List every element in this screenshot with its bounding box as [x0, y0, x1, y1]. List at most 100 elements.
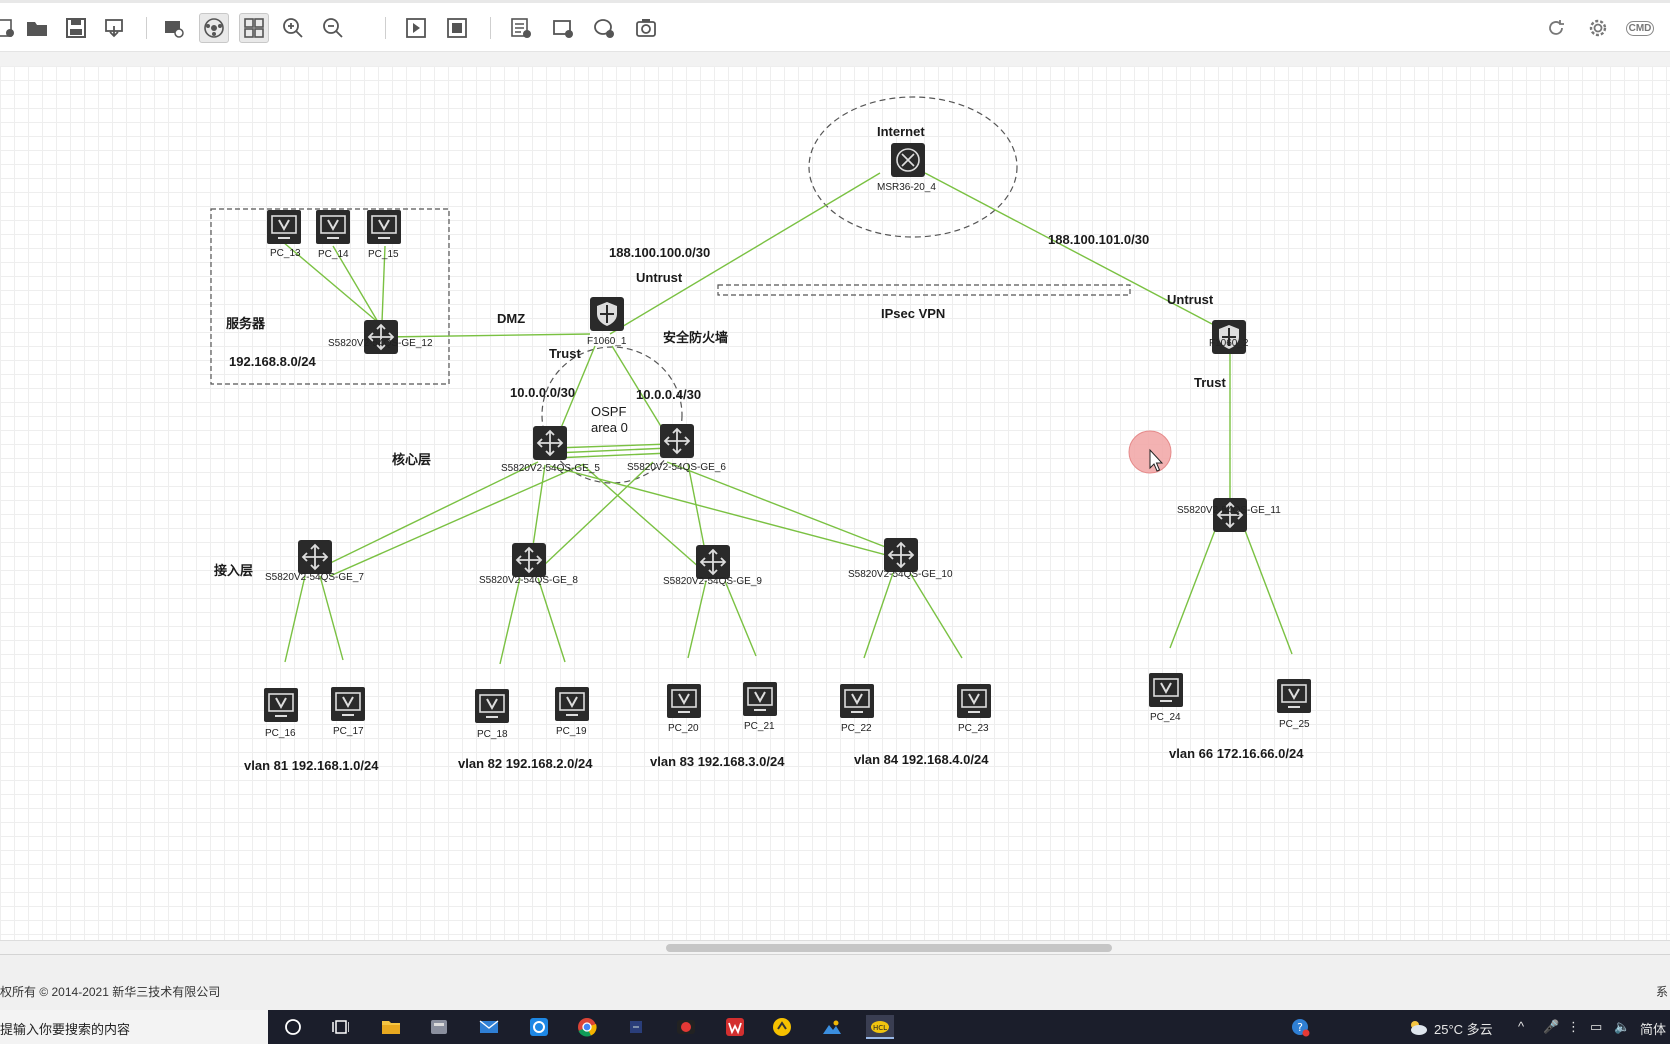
device-label: S5820V2-54QS-GE_10	[848, 569, 953, 580]
hcl-icon[interactable]: HCL	[866, 1015, 894, 1039]
record-icon[interactable]	[672, 1015, 700, 1039]
stop-icon[interactable]	[442, 13, 472, 43]
volume-icon[interactable]: 🔈	[1614, 1019, 1630, 1035]
wps-icon[interactable]	[721, 1015, 749, 1039]
vlan-label: vlan 83 192.168.3.0/24	[650, 754, 785, 769]
weather-text: 25°C 多云	[1434, 1022, 1493, 1037]
device-label: S5820V2-54QS-GE_12	[328, 338, 433, 349]
device-label: PC_14	[318, 249, 349, 260]
p2p-label: 10.0.0.0/30	[510, 385, 576, 400]
open-folder-icon[interactable]	[22, 13, 52, 43]
add-rectangle-icon[interactable]	[548, 13, 578, 43]
pc-icon[interactable]	[331, 687, 365, 721]
grid-view-icon[interactable]	[239, 13, 269, 43]
cmd-icon[interactable]: CMD	[1625, 13, 1655, 43]
toolbar: CMD	[0, 0, 1670, 52]
horizontal-scrollbar[interactable]	[0, 940, 1670, 955]
device-label: S5820V2-54QS-GE_6	[627, 462, 726, 473]
capture-icon[interactable]	[159, 13, 189, 43]
help-icon[interactable]: ?	[1286, 1015, 1314, 1039]
svg-text:?: ?	[1297, 1021, 1303, 1034]
untrust-label: Untrust	[1167, 292, 1214, 307]
core-layer-label: 核心层	[392, 452, 432, 467]
topology-icon[interactable]	[199, 13, 229, 43]
vlan-label: vlan 84 192.168.4.0/24	[854, 752, 989, 767]
device-label: PC_16	[265, 728, 296, 739]
scrollbar-thumb[interactable]	[666, 944, 1112, 952]
untrust-label: Untrust	[636, 270, 683, 285]
device-label: PC_24	[1150, 712, 1181, 723]
device-label: S5820V2-54QS-GE_8	[479, 575, 578, 586]
zoom-out-icon[interactable]	[318, 13, 348, 43]
network-icon[interactable]: ⋮	[1567, 1019, 1580, 1035]
photos-icon[interactable]	[818, 1015, 846, 1039]
pc-icon[interactable]	[267, 210, 301, 244]
pc-icon[interactable]	[840, 684, 874, 718]
zoom-in-icon[interactable]	[278, 13, 308, 43]
cmd-label: CMD	[1625, 20, 1655, 36]
switch-icon[interactable]	[298, 540, 332, 574]
windows-taskbar: 提输入你要搜索的内容 HCL ? 25°C 多云 ^ 🎤 ⋮ ▭ 🔈 简体	[0, 1010, 1670, 1044]
status-bar: 权所有 © 2014-2021 新华三技术有限公司 系	[0, 954, 1670, 1010]
device-label: MSR36-20_4	[877, 182, 936, 193]
device-label: PC_15	[368, 249, 399, 260]
firewall-icon[interactable]	[590, 297, 624, 331]
vlan-label: vlan 66 172.16.66.0/24	[1169, 746, 1304, 761]
pc-icon[interactable]	[316, 210, 350, 244]
toolbar-divider	[0, 52, 1670, 67]
pc-icon[interactable]	[667, 684, 701, 718]
new-file-icon[interactable]	[0, 13, 20, 43]
refresh-icon[interactable]	[1541, 13, 1571, 43]
file-explorer-icon[interactable]	[377, 1015, 405, 1039]
pc-icon[interactable]	[743, 682, 777, 716]
switch-icon[interactable]	[512, 543, 546, 577]
add-note-icon[interactable]	[506, 13, 536, 43]
pc-icon[interactable]	[367, 210, 401, 244]
wan1-label: 188.100.100.0/30	[609, 245, 711, 260]
chrome-icon[interactable]	[573, 1015, 601, 1039]
router-icon[interactable]	[891, 143, 925, 177]
settings-icon[interactable]	[1583, 13, 1613, 43]
switch-icon[interactable]	[660, 424, 694, 458]
pc-icon[interactable]	[957, 684, 991, 718]
trust-label: Trust	[549, 346, 581, 361]
export-icon[interactable]	[100, 13, 130, 43]
pc-icon[interactable]	[1149, 673, 1183, 707]
firewall-label: 安全防火墙	[663, 330, 729, 345]
device-label: S5820V2-54QS-GE_5	[501, 463, 600, 474]
ipsec-label: IPsec VPN	[881, 306, 946, 321]
search-input[interactable]: 提输入你要搜索的内容	[0, 1010, 268, 1044]
pc-icon[interactable]	[264, 688, 298, 722]
device-label: PC_19	[556, 726, 587, 737]
topology-canvas[interactable]: Internet DMZ 安全防火墙 IPsec VPN OSPF area 0…	[0, 66, 1670, 940]
chevron-up-icon[interactable]: ^	[1518, 1019, 1524, 1034]
switch-icon[interactable]	[533, 426, 567, 460]
app-icon-3[interactable]	[768, 1015, 796, 1039]
app-icon-2[interactable]	[622, 1015, 650, 1039]
device-label: PC_13	[270, 248, 301, 259]
vlan-label: vlan 81 192.168.1.0/24	[244, 758, 379, 773]
topology-diagram	[210, 96, 1293, 665]
battery-icon[interactable]: ▭	[1590, 1019, 1602, 1035]
edge-icon[interactable]	[525, 1015, 553, 1039]
mail-icon[interactable]	[475, 1015, 503, 1039]
microphone-icon[interactable]: 🎤	[1543, 1019, 1559, 1035]
start-icon[interactable]	[401, 13, 431, 43]
server-label: 服务器	[226, 316, 266, 331]
ospf-area-label: area 0	[591, 420, 628, 435]
task-view-icon[interactable]	[326, 1015, 354, 1039]
cortana-icon[interactable]	[279, 1015, 307, 1039]
dmz-label: DMZ	[497, 311, 526, 326]
app-icon[interactable]	[425, 1015, 453, 1039]
device-label: PC_23	[958, 723, 989, 734]
pc-icon[interactable]	[555, 687, 589, 721]
add-ellipse-icon[interactable]	[589, 13, 619, 43]
ime-text[interactable]: 简体	[1640, 1019, 1666, 1038]
copyright-text: 权所有 © 2014-2021 新华三技术有限公司	[0, 985, 221, 999]
pc-icon[interactable]	[475, 689, 509, 723]
screenshot-icon[interactable]	[631, 13, 661, 43]
device-label: PC_21	[744, 721, 775, 732]
device-label: S5820V2-54QS-GE_9	[663, 576, 762, 587]
pc-icon[interactable]	[1277, 679, 1311, 713]
save-icon[interactable]	[61, 13, 91, 43]
